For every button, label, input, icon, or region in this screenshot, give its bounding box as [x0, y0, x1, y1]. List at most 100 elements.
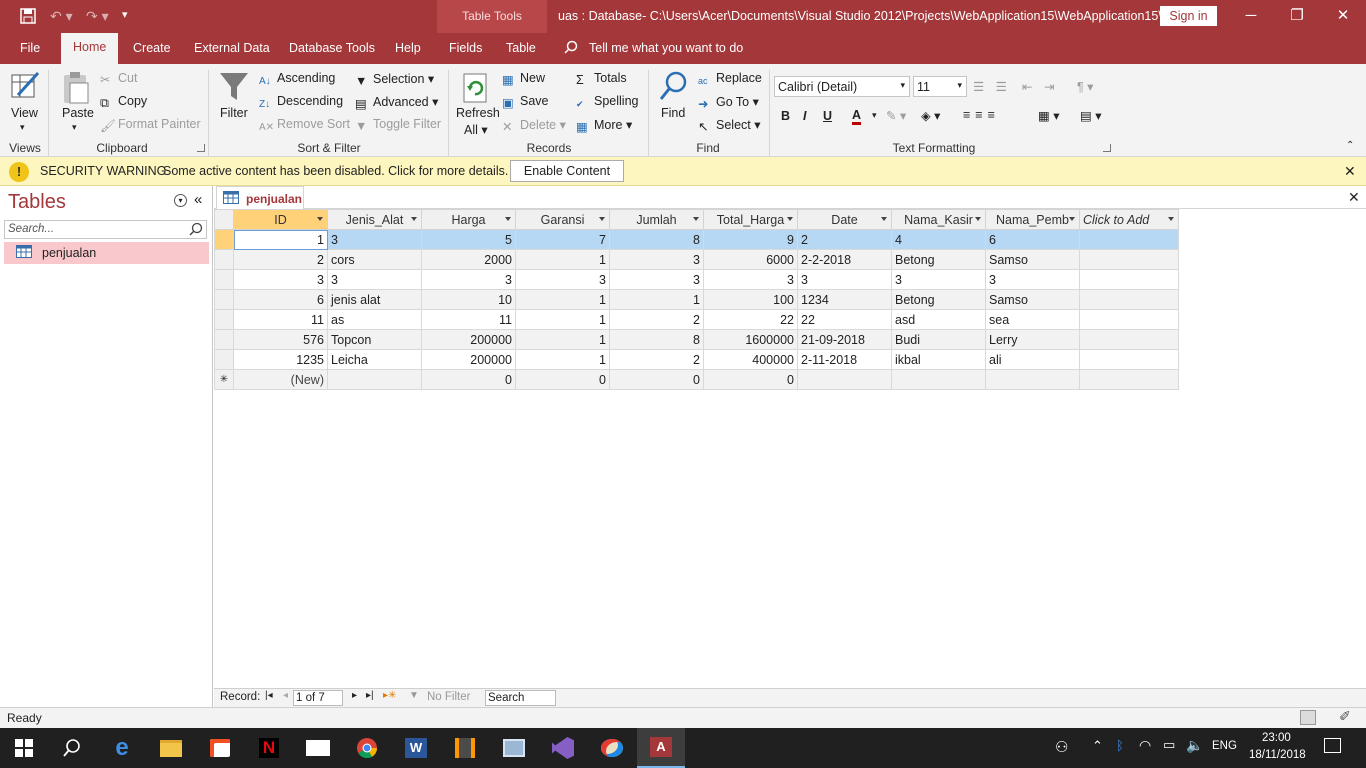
select-all-corner[interactable] [214, 209, 234, 230]
tab-file[interactable]: File [20, 41, 40, 55]
table-cell[interactable]: 5 [421, 229, 516, 250]
table-cell[interactable]: 200000 [421, 329, 516, 350]
chevron-down-icon[interactable] [1069, 217, 1075, 221]
save-record-button[interactable]: ▣ Save [502, 94, 549, 110]
click-to-add-cell[interactable] [1079, 229, 1179, 250]
people-icon[interactable]: ⚇ [1055, 738, 1068, 756]
table-cell[interactable]: 1235 [233, 349, 328, 370]
click-to-add-cell[interactable] [1079, 249, 1179, 270]
fill-color-icon[interactable]: ◈ ▾ [921, 108, 940, 123]
paste-dropdown-icon[interactable]: ▾ [72, 122, 77, 133]
table-cell[interactable]: Betong [891, 289, 986, 310]
table-cell[interactable]: 6 [233, 289, 328, 310]
first-record-icon[interactable]: |◂ [265, 690, 273, 701]
text-formatting-launcher-icon[interactable] [1103, 144, 1111, 152]
table-cell[interactable]: 11 [233, 309, 328, 330]
table-cell[interactable]: Leicha [327, 349, 422, 370]
windows-start-icon[interactable] [0, 728, 48, 768]
font-size-dropdown[interactable]: 11 ▾ [913, 76, 967, 97]
tab-database-tools[interactable]: Database Tools [289, 41, 375, 55]
nav-item-penjualan[interactable]: penjualan [4, 242, 209, 264]
table-cell[interactable] [891, 369, 986, 390]
tab-fields[interactable]: Fields [449, 41, 482, 55]
record-selector[interactable] [214, 309, 234, 330]
click-to-add-cell[interactable] [1079, 329, 1179, 350]
file-explorer-icon[interactable] [147, 728, 195, 768]
word-icon[interactable]: W [392, 728, 440, 768]
close-warning-icon[interactable]: ✕ [1344, 163, 1356, 180]
language-indicator[interactable]: ENG [1212, 740, 1237, 752]
table-cell[interactable]: jenis alat [327, 289, 422, 310]
table-cell[interactable]: 3 [703, 269, 798, 290]
record-selector[interactable] [214, 229, 234, 250]
table-cell[interactable]: sea [985, 309, 1080, 330]
ascending-button[interactable]: A↓ Ascending [259, 71, 335, 89]
table-cell[interactable]: 2 [233, 249, 328, 270]
table-cell[interactable]: 21-09-2018 [797, 329, 892, 350]
selection-button[interactable]: ▼ Selection ▾ [355, 71, 434, 88]
cut-button[interactable]: ✂ Cut [100, 71, 137, 87]
refresh-button[interactable]: Refresh [456, 106, 500, 120]
table-cell[interactable]: Budi [891, 329, 986, 350]
table-cell[interactable] [327, 369, 422, 390]
paste-icon[interactable] [60, 71, 92, 105]
column-header[interactable]: ID [233, 209, 328, 230]
collapse-pane-icon[interactable]: « [194, 191, 202, 208]
chevron-down-icon[interactable] [787, 217, 793, 221]
action-center-icon[interactable] [1324, 738, 1341, 753]
clock-time[interactable]: 23:00 [1262, 732, 1291, 744]
copy-button[interactable]: ⧉ Copy [100, 94, 147, 110]
table-cell[interactable]: as [327, 309, 422, 330]
filter-icon[interactable] [218, 70, 250, 104]
table-row[interactable]: 1235 Leicha 200000 1 2 400000 2-11-2018 ikbal al… [214, 349, 1179, 370]
close-document-icon[interactable]: ✕ [1348, 189, 1360, 206]
chevron-down-icon[interactable] [1168, 217, 1174, 221]
highlight-icon[interactable]: ✎ ▾ [886, 108, 906, 123]
select-button[interactable]: ↖ Select ▾ [698, 117, 761, 134]
tab-help[interactable]: Help [395, 41, 421, 55]
table-cell[interactable]: 3 [609, 249, 704, 270]
document-tab-penjualan[interactable]: penjualan [216, 186, 304, 210]
table-cell[interactable]: 1600000 [703, 329, 798, 350]
indent-icon[interactable]: ⇤ ⇥ [1022, 79, 1058, 94]
table-cell[interactable]: 2 [797, 229, 892, 250]
table-cell[interactable]: 3 [233, 269, 328, 290]
table-cell[interactable]: 2 [609, 349, 704, 370]
wifi-icon[interactable]: ◠ [1139, 737, 1151, 754]
advanced-button[interactable]: ▤ Advanced ▾ [355, 94, 438, 111]
save-icon[interactable] [20, 8, 36, 27]
visual-studio-icon[interactable] [539, 728, 587, 768]
close-icon[interactable]: ✕ [1320, 4, 1366, 28]
undo-icon[interactable]: ↶ ▾ [50, 8, 73, 25]
click-to-add-cell[interactable] [1079, 369, 1179, 390]
totals-button[interactable]: Σ Totals [576, 71, 627, 87]
find-icon[interactable] [659, 70, 689, 104]
table-cell[interactable]: 3 [985, 269, 1080, 290]
find-button[interactable]: Find [661, 106, 685, 120]
italic-button[interactable]: I [803, 109, 806, 123]
clipboard-launcher-icon[interactable] [197, 144, 205, 152]
new-record-marker-icon[interactable]: ✳ [214, 369, 234, 390]
table-cell[interactable]: 0 [421, 369, 516, 390]
table-cell[interactable]: 3 [891, 269, 986, 290]
table-cell[interactable]: 2-11-2018 [797, 349, 892, 370]
table-cell[interactable]: Samso [985, 289, 1080, 310]
alternate-row-color-icon[interactable]: ▤ ▾ [1080, 108, 1102, 123]
new-record-row[interactable]: ✳ (New) 0 0 0 0 [214, 369, 1179, 390]
table-cell[interactable]: 22 [703, 309, 798, 330]
table-cell[interactable]: 7 [515, 229, 610, 250]
next-record-icon[interactable]: ▸ [352, 690, 357, 701]
column-header[interactable]: Harga [421, 209, 516, 230]
table-cell[interactable]: 3 [797, 269, 892, 290]
table-cell[interactable]: 1 [515, 349, 610, 370]
customize-quick-access-icon[interactable]: ▾ [122, 8, 128, 21]
table-cell[interactable]: 22 [797, 309, 892, 330]
column-header[interactable]: Nama_Pemb [985, 209, 1080, 230]
click-to-add-cell[interactable] [1079, 309, 1179, 330]
clock-date[interactable]: 18/11/2018 [1249, 749, 1306, 761]
format-painter-button[interactable]: 🖌 Format Painter [100, 117, 201, 133]
column-header[interactable]: Garansi [515, 209, 610, 230]
chevron-down-icon[interactable] [975, 217, 981, 221]
chevron-down-icon[interactable] [411, 217, 417, 221]
table-cell[interactable]: 3 [327, 229, 422, 250]
